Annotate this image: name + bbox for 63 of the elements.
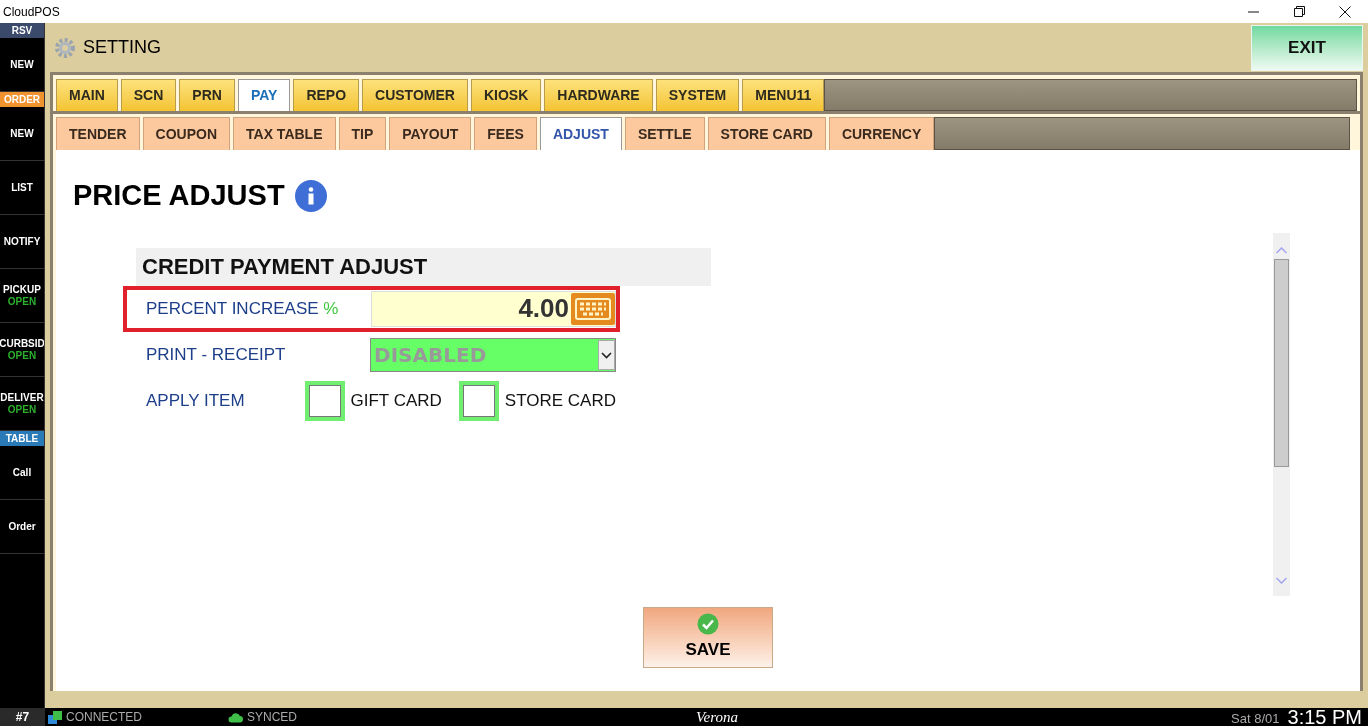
tab[interactable]: CURRENCY bbox=[828, 117, 935, 150]
checkmark-icon bbox=[697, 612, 719, 635]
save-button[interactable]: SAVE bbox=[643, 607, 773, 668]
tab[interactable]: KIOSK bbox=[470, 79, 542, 111]
network-icon bbox=[48, 710, 62, 724]
store-name: Verona bbox=[696, 707, 738, 726]
sidebar-section-header: TABLE bbox=[0, 431, 44, 446]
tab[interactable]: FEES bbox=[474, 117, 537, 150]
exit-button[interactable]: EXIT bbox=[1251, 24, 1363, 71]
scroll-up-icon bbox=[1276, 247, 1287, 254]
station-number: #7 bbox=[0, 708, 45, 726]
tab[interactable]: TENDER bbox=[56, 117, 140, 150]
scrollbar-thumb[interactable] bbox=[1274, 259, 1289, 467]
tab[interactable]: SETTLE bbox=[624, 117, 705, 150]
sidebar-button[interactable]: NEW bbox=[0, 107, 44, 161]
tab[interactable]: SYSTEM bbox=[655, 79, 740, 111]
tab[interactable]: CUSTOMER bbox=[362, 79, 468, 111]
tab[interactable]: PAYOUT bbox=[389, 117, 472, 150]
sidebar-button[interactable]: Order bbox=[0, 500, 44, 554]
tab[interactable]: PRN bbox=[179, 79, 235, 111]
checkbox[interactable] bbox=[304, 380, 345, 421]
page-header-title: SETTING bbox=[83, 36, 161, 59]
scroll-down-icon bbox=[1276, 577, 1287, 584]
checkbox[interactable] bbox=[458, 380, 499, 421]
minimize-icon bbox=[1247, 10, 1259, 13]
tab[interactable]: REPO bbox=[293, 79, 360, 111]
tab[interactable]: TIP bbox=[338, 117, 387, 150]
sidebar-section-header: ORDER bbox=[0, 92, 44, 107]
window-title: CloudPOS bbox=[2, 3, 60, 21]
info-icon[interactable] bbox=[294, 179, 327, 212]
tab[interactable]: MAIN bbox=[56, 79, 118, 111]
sidebar-button[interactable]: PICKUP OPEN bbox=[0, 269, 44, 323]
page-title: PRICE ADJUST bbox=[73, 178, 285, 213]
checkbox-label: STORE CARD bbox=[504, 389, 616, 412]
section-title: CREDIT PAYMENT ADJUST bbox=[142, 253, 428, 281]
field-label: PRINT - RECEIPT bbox=[146, 343, 287, 366]
tab[interactable]: SCN bbox=[120, 79, 177, 111]
keyboard-icon[interactable] bbox=[571, 292, 615, 325]
tab[interactable]: PAY bbox=[237, 79, 291, 111]
sidebar-button[interactable]: CURBSID OPEN bbox=[0, 323, 44, 377]
tab[interactable]: STORE CARD bbox=[707, 117, 826, 150]
connection-status: CONNECTED bbox=[66, 709, 142, 726]
scrollbar[interactable] bbox=[1273, 233, 1290, 596]
cloud-icon bbox=[228, 711, 244, 723]
tab[interactable]: COUPON bbox=[142, 117, 230, 150]
sidebar-button[interactable]: Call bbox=[0, 446, 44, 500]
number-field[interactable]: 4.00 bbox=[371, 290, 616, 327]
date-text: Sat 8/01 bbox=[1231, 709, 1280, 726]
sidebar-button[interactable]: LIST bbox=[0, 161, 44, 215]
tab[interactable]: ADJUST bbox=[539, 117, 622, 150]
field-label: APPLY ITEM bbox=[146, 389, 246, 412]
restore-icon bbox=[1293, 6, 1305, 17]
tab[interactable]: MENU11 bbox=[742, 79, 825, 111]
gear-icon bbox=[54, 36, 76, 59]
sync-status: SYNCED bbox=[247, 709, 298, 726]
sidebar-button[interactable]: NOTIFY bbox=[0, 215, 44, 269]
checkbox-label: GIFT CARD bbox=[350, 389, 442, 412]
close-icon bbox=[1339, 5, 1351, 18]
field-label: PERCENT INCREASE % bbox=[146, 297, 340, 320]
sidebar-section-header: RSV bbox=[0, 23, 44, 38]
tab[interactable]: TAX TABLE bbox=[233, 117, 336, 150]
tab[interactable]: HARDWARE bbox=[544, 79, 653, 111]
clock-time: 3:15 PM bbox=[1287, 705, 1362, 726]
